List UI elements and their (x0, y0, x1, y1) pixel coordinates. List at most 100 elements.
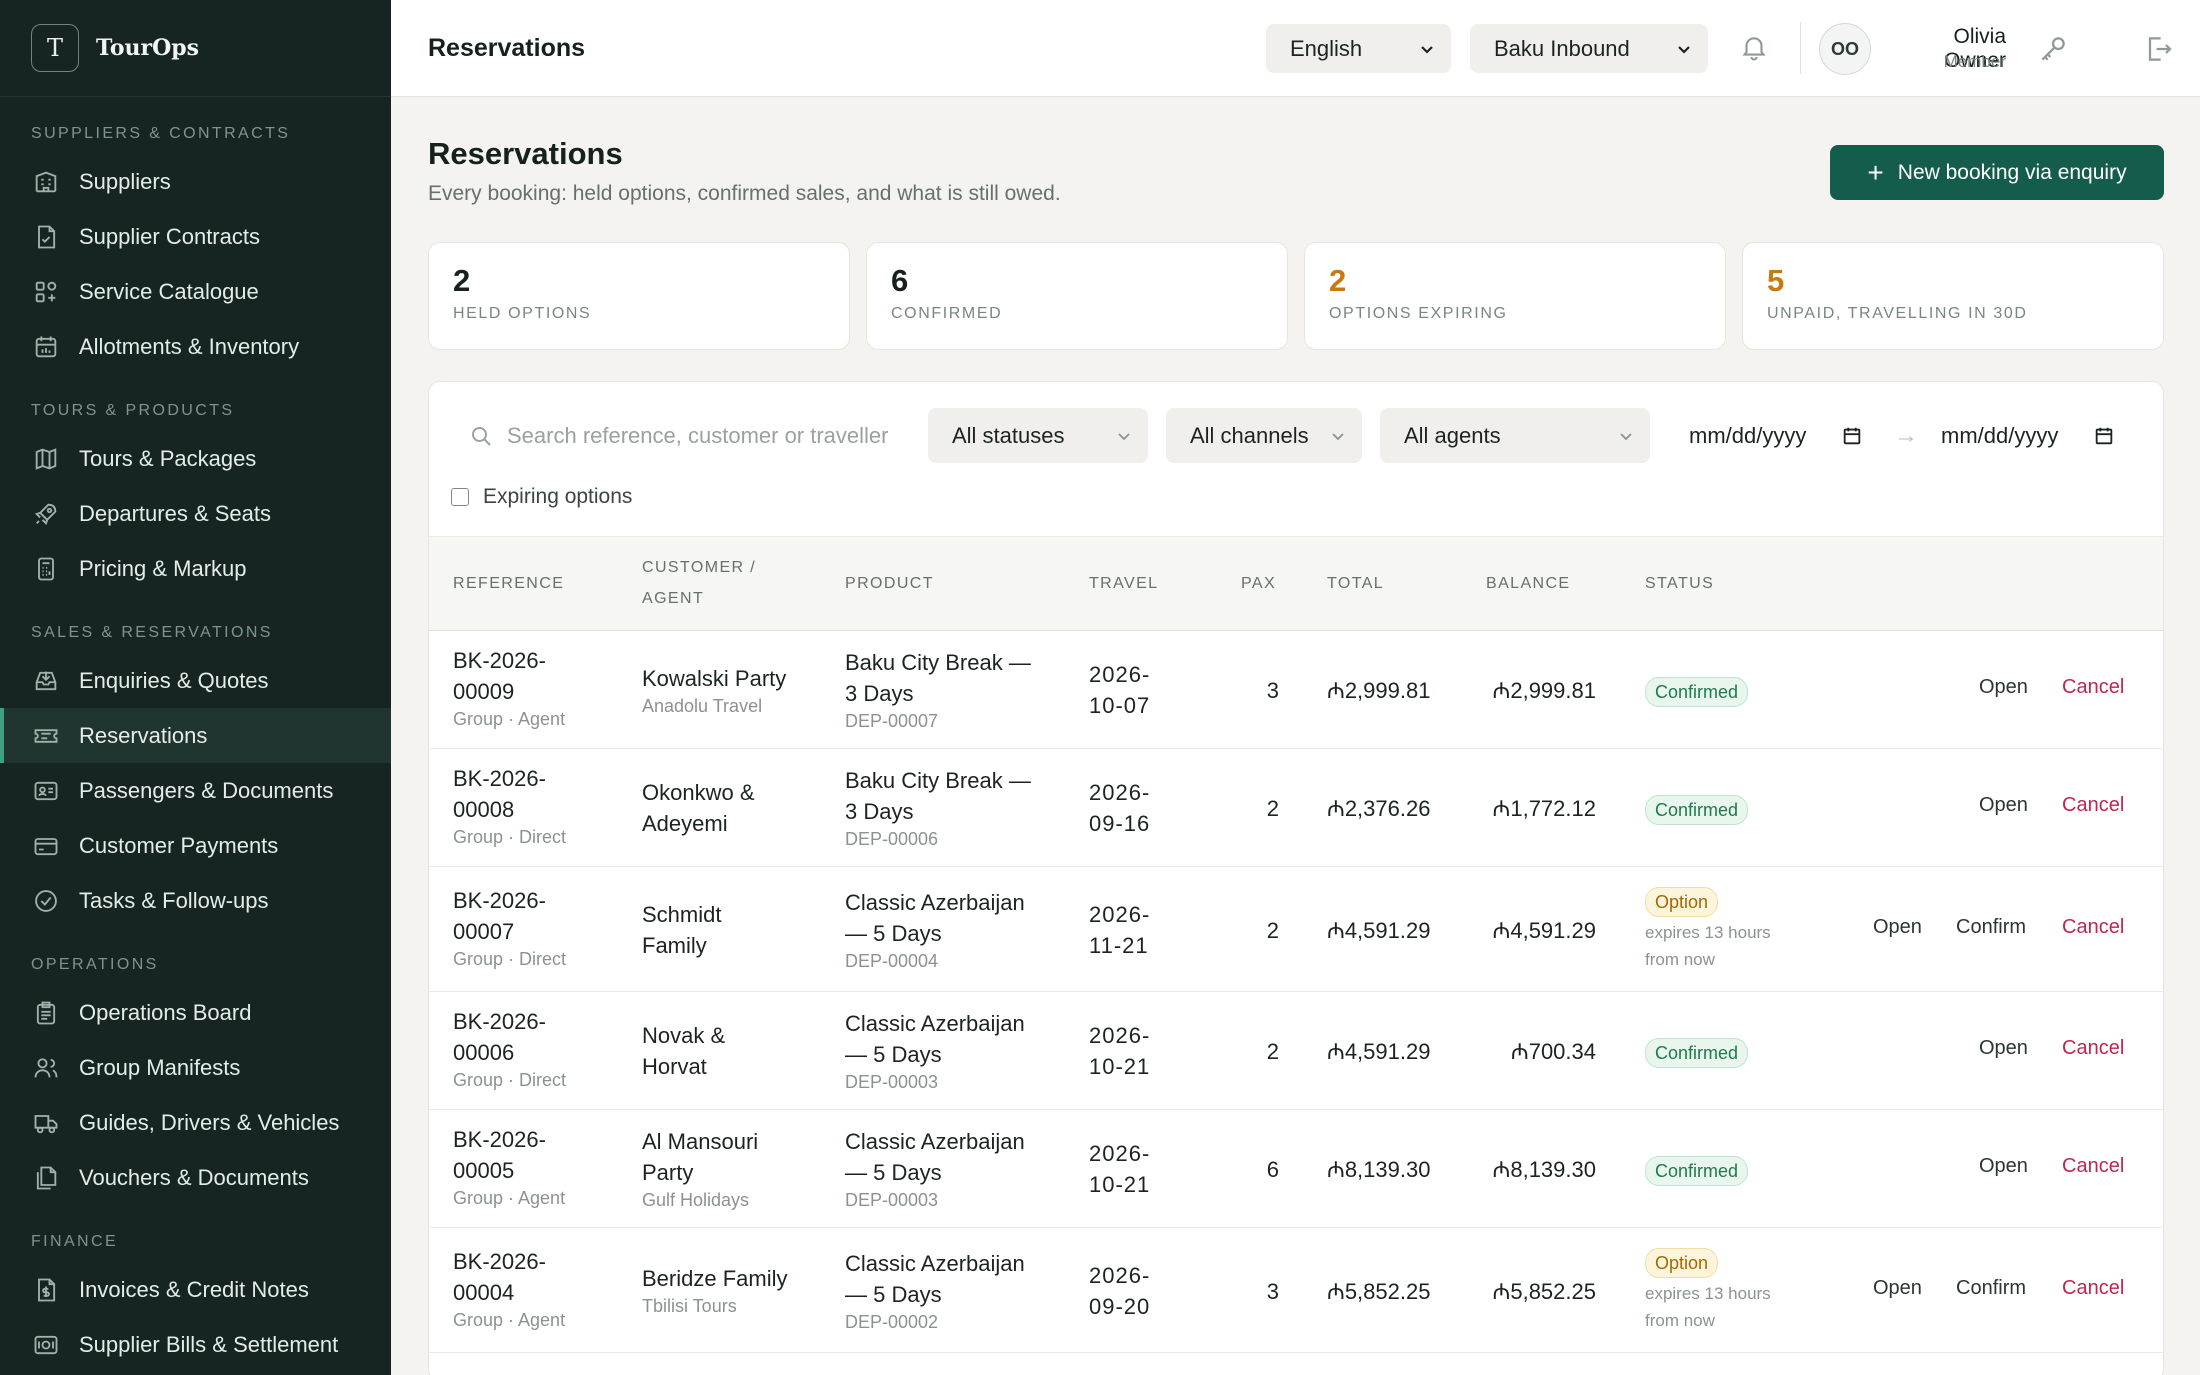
sidebar-item-operations-board[interactable]: Operations Board (0, 985, 391, 1040)
col-product[interactable]: PRODUCT (845, 568, 934, 599)
sidebar-item-supplier-bills-settlement[interactable]: Supplier Bills & Settlement (0, 1317, 391, 1372)
sidebar-item-customer-payments[interactable]: Customer Payments (0, 818, 391, 873)
stat-card[interactable]: 2 HELD OPTIONS (428, 242, 850, 350)
stat-value: 6 (891, 263, 909, 298)
language-select[interactable]: English (1266, 24, 1451, 73)
confirm-button[interactable]: Confirm (1956, 1277, 2026, 1300)
open-button[interactable]: Open (1873, 916, 1922, 939)
reservations-panel: Search reference, customer or traveller … (428, 381, 2164, 1375)
col-travel[interactable]: TRAVEL (1089, 568, 1158, 599)
cancel-button[interactable]: Cancel (2062, 1037, 2124, 1060)
confirm-button[interactable]: Confirm (1956, 916, 2026, 939)
sidebar-item-pricing-markup[interactable]: Pricing & Markup (0, 541, 391, 596)
channel-filter[interactable]: All channels (1166, 408, 1362, 463)
expiring-options-checkbox[interactable] (451, 488, 469, 506)
booking-type: Group · Direct (453, 827, 567, 847)
table-row[interactable]: BK-2026- 00007 Group · Direct Schmidt Family… (429, 867, 2163, 992)
customer-name: Schmidt (642, 901, 722, 927)
sidebar-item-guides-drivers-vehicles[interactable]: Guides, Drivers & Vehicles (0, 1095, 391, 1150)
stat-label: HELD OPTIONS (453, 305, 592, 322)
col-status[interactable]: STATUS (1645, 568, 1714, 599)
bell-icon[interactable] (1739, 32, 1769, 62)
departure-code: DEP-00003 (845, 1190, 939, 1210)
sidebar-item-passengers-documents[interactable]: Passengers & Documents (0, 763, 391, 818)
status-badge: Option (1645, 886, 1719, 917)
date-from-field[interactable]: mm/dd/yyyy (1671, 408, 1881, 463)
rocket-icon (31, 499, 61, 529)
sidebar-item-enquiries-quotes[interactable]: Enquiries & Quotes (0, 653, 391, 708)
grid-icon (31, 277, 61, 307)
stat-card[interactable]: 6 CONFIRMED (866, 242, 1288, 350)
credit-card-icon (31, 831, 61, 861)
total-cell: ₼8,139.30 (1327, 1157, 1431, 1182)
booking-type: Group · Direct (453, 948, 567, 969)
new-booking-button[interactable]: + New booking via enquiry (1830, 145, 2164, 200)
status-badge: Confirmed (1645, 1156, 1749, 1186)
sidebar-item-reservations[interactable]: Reservations (0, 708, 391, 763)
col-customer[interactable]: CUSTOMER / (642, 552, 756, 583)
avatar[interactable]: OO (1819, 23, 1871, 75)
cancel-button[interactable]: Cancel (2062, 794, 2124, 817)
table-row[interactable]: BK-2026- 00009 Group · Agent Kowalski Party… (429, 631, 2163, 749)
search-input[interactable]: Search reference, customer or traveller (451, 408, 911, 463)
product-name: Classic Azerbaijan (845, 1129, 1025, 1154)
total-cell: ₼5,852.25 (1327, 1278, 1431, 1304)
col-pax[interactable]: PAX (1241, 568, 1276, 599)
product-name-cont: — 5 Days (845, 1042, 942, 1067)
product-name: Baku City Break — (845, 650, 1031, 675)
stat-card[interactable]: 5 UNPAID, TRAVELLING IN 30D (1742, 242, 2164, 350)
table-row[interactable]: BK-2026- 00006 Group · Direct Novak & Horvat… (429, 992, 2163, 1110)
open-button[interactable]: Open (1979, 794, 2028, 817)
sidebar-item-suppliers[interactable]: Suppliers (0, 154, 391, 209)
table-row[interactable]: BK-2026- 00005 Group · Agent Al Mansouri Par… (429, 1110, 2163, 1228)
sidebar-item-supplier-contracts[interactable]: Supplier Contracts (0, 209, 391, 264)
customer-name-cont: Adeyemi (642, 811, 728, 836)
open-button[interactable]: Open (1979, 676, 2028, 699)
agency-select[interactable]: Baku Inbound (1470, 24, 1708, 73)
expiring-options-filter[interactable]: Expiring options (451, 485, 632, 509)
col-reference[interactable]: REFERENCE (453, 568, 564, 599)
brand[interactable]: T TourOps (0, 0, 391, 97)
travel-year: 2026- (1089, 1141, 1151, 1166)
agent-name: Anadolu Travel (642, 695, 763, 716)
cancel-button[interactable]: Cancel (2062, 916, 2124, 939)
ticket-icon (31, 721, 61, 751)
sidebar-item-tours-packages[interactable]: Tours & Packages (0, 431, 391, 486)
stat-card[interactable]: 2 OPTIONS EXPIRING (1304, 242, 1726, 350)
table-row[interactable]: BK-2026- 00008 Group · Direct Okonkwo & Adey… (429, 749, 2163, 867)
sidebar-item-tasks-follow-ups[interactable]: Tasks & Follow-ups (0, 873, 391, 928)
sidebar-item-label: Tasks & Follow-ups (79, 887, 269, 913)
col-balance[interactable]: BALANCE (1486, 568, 1571, 599)
reference-cell: BK-2026- 00009 Group · Agent (453, 645, 565, 731)
table-row[interactable]: BK-2026- 00004 Group · Agent Beridze Family… (429, 1228, 2163, 1353)
reference-line-1: BK-2026- (453, 766, 546, 791)
open-button[interactable]: Open (1873, 1277, 1922, 1300)
cancel-button[interactable]: Cancel (2062, 1277, 2124, 1300)
open-button[interactable]: Open (1979, 1037, 2028, 1060)
sidebar-item-service-catalogue[interactable]: Service Catalogue (0, 264, 391, 319)
agent-filter[interactable]: All agents (1380, 408, 1650, 463)
open-button[interactable]: Open (1979, 1155, 2028, 1178)
date-from-value: mm/dd/yyyy (1689, 422, 1807, 448)
sidebar-item-group-manifests[interactable]: Group Manifests (0, 1040, 391, 1095)
col-total[interactable]: TOTAL (1327, 568, 1384, 599)
travel-date: 10-21 (1089, 1172, 1151, 1197)
product-cell: Classic Azerbaijan — 5 Days DEP-00004 (845, 887, 1025, 973)
pax-cell: 2 (1266, 796, 1279, 821)
status-filter[interactable]: All statuses (928, 408, 1148, 463)
calendar-icon (2095, 427, 2113, 444)
cancel-button[interactable]: Cancel (2062, 1155, 2124, 1178)
sidebar-item-departures-seats[interactable]: Departures & Seats (0, 486, 391, 541)
sidebar-item-vouchers-documents[interactable]: Vouchers & Documents (0, 1150, 391, 1205)
cancel-button[interactable]: Cancel (2062, 676, 2124, 699)
date-to-field[interactable]: mm/dd/yyyy (1923, 408, 2133, 463)
sidebar-item-allotments-inventory[interactable]: Allotments & Inventory (0, 319, 391, 374)
sidebar-item-label: Group Manifests (79, 1054, 241, 1080)
brand-logo: T (31, 24, 79, 72)
sidebar-item-invoices-credit-notes[interactable]: Invoices & Credit Notes (0, 1262, 391, 1317)
logout-icon[interactable] (2142, 33, 2174, 65)
sidebar-item-label: Customer Payments (79, 832, 279, 858)
option-expiry-cont: from now (1645, 949, 1715, 969)
key-icon[interactable] (2037, 33, 2069, 65)
sidebar-item-label: Invoices & Credit Notes (79, 1276, 309, 1302)
